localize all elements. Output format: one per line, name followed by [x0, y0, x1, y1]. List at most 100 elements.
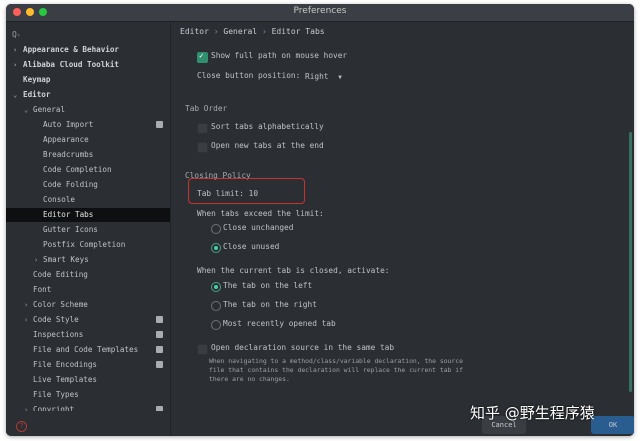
sidebar-item-code-completion[interactable]: Code Completion [6, 163, 170, 177]
sidebar-item-label: Gutter Icons [43, 225, 98, 234]
chevron-right-icon[interactable]: › [24, 313, 28, 327]
project-settings-icon [156, 406, 163, 411]
sidebar-item-label: Code Editing [33, 270, 88, 279]
open-declaration-label: Open declaration source in the same tab [211, 343, 395, 352]
chevron-right-icon[interactable]: › [24, 403, 28, 411]
sidebar-item-live-templates[interactable]: Live Templates [6, 373, 170, 387]
close-unused-label: Close unused [223, 242, 280, 251]
sidebar-item-keymap[interactable]: Keymap [6, 73, 170, 87]
sidebar-item-label: File Types [33, 390, 79, 399]
open-declaration-checkbox[interactable] [197, 344, 208, 355]
sidebar-item-label: Console [43, 195, 76, 204]
breadcrumb-editor-tabs: Editor Tabs [271, 27, 325, 36]
sidebar-item-font[interactable]: Font [6, 283, 170, 297]
sidebar-item-smart-keys[interactable]: › Smart Keys [6, 253, 170, 267]
open-declaration-hint: When navigating to a method/class/variab… [209, 357, 479, 384]
most-recent-label: Most recently opened tab [223, 319, 336, 328]
window-title: Preferences [293, 6, 347, 16]
breadcrumb-separator: › [213, 27, 219, 36]
open-new-tabs-end-label: Open new tabs at the end [211, 141, 324, 150]
sidebar-item-inspections[interactable]: Inspections [6, 328, 170, 342]
ok-button[interactable]: OK [591, 416, 634, 434]
sidebar-item-gutter-icons[interactable]: Gutter Icons [6, 223, 170, 237]
sidebar-item-label: Alibaba Cloud Toolkit [23, 60, 120, 69]
sidebar-item-label: Code Completion [43, 165, 112, 174]
show-full-path-checkbox[interactable]: ✓ [197, 51, 208, 63]
chevron-right-icon[interactable]: › [34, 253, 38, 267]
show-full-path-label: Show full path on mouse hover [211, 51, 348, 60]
breadcrumb-general[interactable]: General [223, 27, 257, 36]
when-exceed-label: When tabs exceed the limit: [197, 209, 324, 218]
sidebar-item-label: General [33, 105, 66, 114]
sidebar-item-label: File Encodings [33, 360, 98, 369]
close-unchanged-label: Close unchanged [223, 223, 294, 232]
open-new-tabs-end-checkbox[interactable] [197, 142, 208, 153]
tab-left-label: The tab on the left [223, 281, 313, 290]
breadcrumb-separator: › [261, 27, 267, 36]
vertical-scrollbar[interactable] [629, 132, 632, 392]
chevron-right-icon[interactable]: › [13, 58, 17, 72]
tab-right-label: The tab on the right [223, 300, 317, 309]
project-settings-icon [156, 361, 163, 368]
close-button-position-select[interactable]: Right ▼ [305, 72, 342, 81]
tab-order-title: Tab Order [185, 104, 228, 113]
hint-line: file that contains the declaration will … [209, 366, 463, 374]
sidebar-item-breadcrumbs[interactable]: Breadcrumbs [6, 148, 170, 162]
settings-sidebar: Q› › Appearance & Behavior › Alibaba Clo… [6, 22, 171, 436]
sidebar-item-label: Copyright [33, 405, 75, 411]
search-icon[interactable]: Q› [12, 30, 20, 39]
sidebar-item-appearance[interactable]: Appearance [6, 133, 170, 147]
sidebar-item-label: Color Scheme [33, 300, 88, 309]
sort-tabs-label: Sort tabs alphabetically [211, 122, 324, 131]
breadcrumb: Editor › General › Editor Tabs [180, 27, 325, 36]
settings-content: Editor › General › Editor Tabs ✓ Show fu… [171, 22, 634, 436]
sidebar-item-code-style[interactable]: › Code Style [6, 313, 170, 327]
tab-limit-input[interactable]: 10 [249, 189, 258, 198]
sidebar-item-label: Keymap [23, 75, 51, 84]
hint-line: When navigating to a method/class/variab… [209, 357, 463, 365]
preferences-window: Preferences Q› › Appearance & Behavior ›… [6, 4, 634, 436]
sidebar-item-editor[interactable]: ⌄ Editor [6, 88, 170, 102]
most-recent-radio[interactable] [211, 320, 221, 330]
sidebar-item-postfix-completion[interactable]: Postfix Completion [6, 238, 170, 252]
close-unused-radio[interactable] [211, 243, 221, 253]
project-settings-icon [156, 316, 163, 323]
sidebar-item-auto-import[interactable]: Auto Import [6, 118, 170, 132]
sidebar-item-code-folding[interactable]: Code Folding [6, 178, 170, 192]
sidebar-item-label: Appearance [43, 135, 89, 144]
sidebar-item-label: Appearance & Behavior [23, 45, 120, 54]
sidebar-item-label: Code Style [33, 315, 79, 324]
chevron-down-icon[interactable]: ⌄ [24, 103, 28, 117]
sidebar-item-file-code-templates[interactable]: File and Code Templates [6, 343, 170, 357]
chevron-right-icon[interactable]: › [13, 43, 17, 57]
tab-left-radio[interactable] [211, 282, 221, 292]
sidebar-item-file-types[interactable]: File Types [6, 388, 170, 402]
sidebar-item-label: File and Code Templates [33, 345, 139, 354]
help-icon[interactable]: ? [16, 421, 27, 432]
close-button-position-value: Right [305, 72, 329, 81]
title-bar: Preferences [6, 4, 634, 22]
sidebar-item-label: Postfix Completion [43, 240, 126, 249]
sidebar-item-editor-tabs[interactable]: Editor Tabs [6, 208, 170, 222]
sidebar-item-label: Editor Tabs [43, 210, 94, 219]
project-settings-icon [156, 121, 163, 128]
sidebar-item-console[interactable]: Console [6, 193, 170, 207]
checkmark-icon: ✓ [199, 51, 204, 60]
close-unchanged-radio[interactable] [211, 224, 221, 234]
sidebar-item-color-scheme[interactable]: › Color Scheme [6, 298, 170, 312]
tab-limit-field[interactable]: Tab limit: 10 [197, 188, 258, 200]
chevron-down-icon[interactable]: ⌄ [13, 88, 17, 102]
sidebar-item-copyright[interactable]: › Copyright [6, 403, 170, 411]
sidebar-item-label: Font [33, 285, 52, 294]
sidebar-item-alibaba-cloud-toolkit[interactable]: › Alibaba Cloud Toolkit [6, 58, 170, 72]
tab-right-radio[interactable] [211, 301, 221, 311]
chevron-right-icon[interactable]: › [24, 298, 28, 312]
breadcrumb-editor[interactable]: Editor [180, 27, 209, 36]
sidebar-item-file-encodings[interactable]: File Encodings [6, 358, 170, 372]
sort-tabs-checkbox[interactable] [197, 123, 208, 134]
sidebar-item-appearance-behavior[interactable]: › Appearance & Behavior [6, 43, 170, 57]
sidebar-item-general[interactable]: ⌄ General [6, 103, 170, 117]
sidebar-item-label: Breadcrumbs [43, 150, 94, 159]
sidebar-item-code-editing[interactable]: Code Editing [6, 268, 170, 282]
sidebar-item-label: Editor [23, 90, 51, 99]
